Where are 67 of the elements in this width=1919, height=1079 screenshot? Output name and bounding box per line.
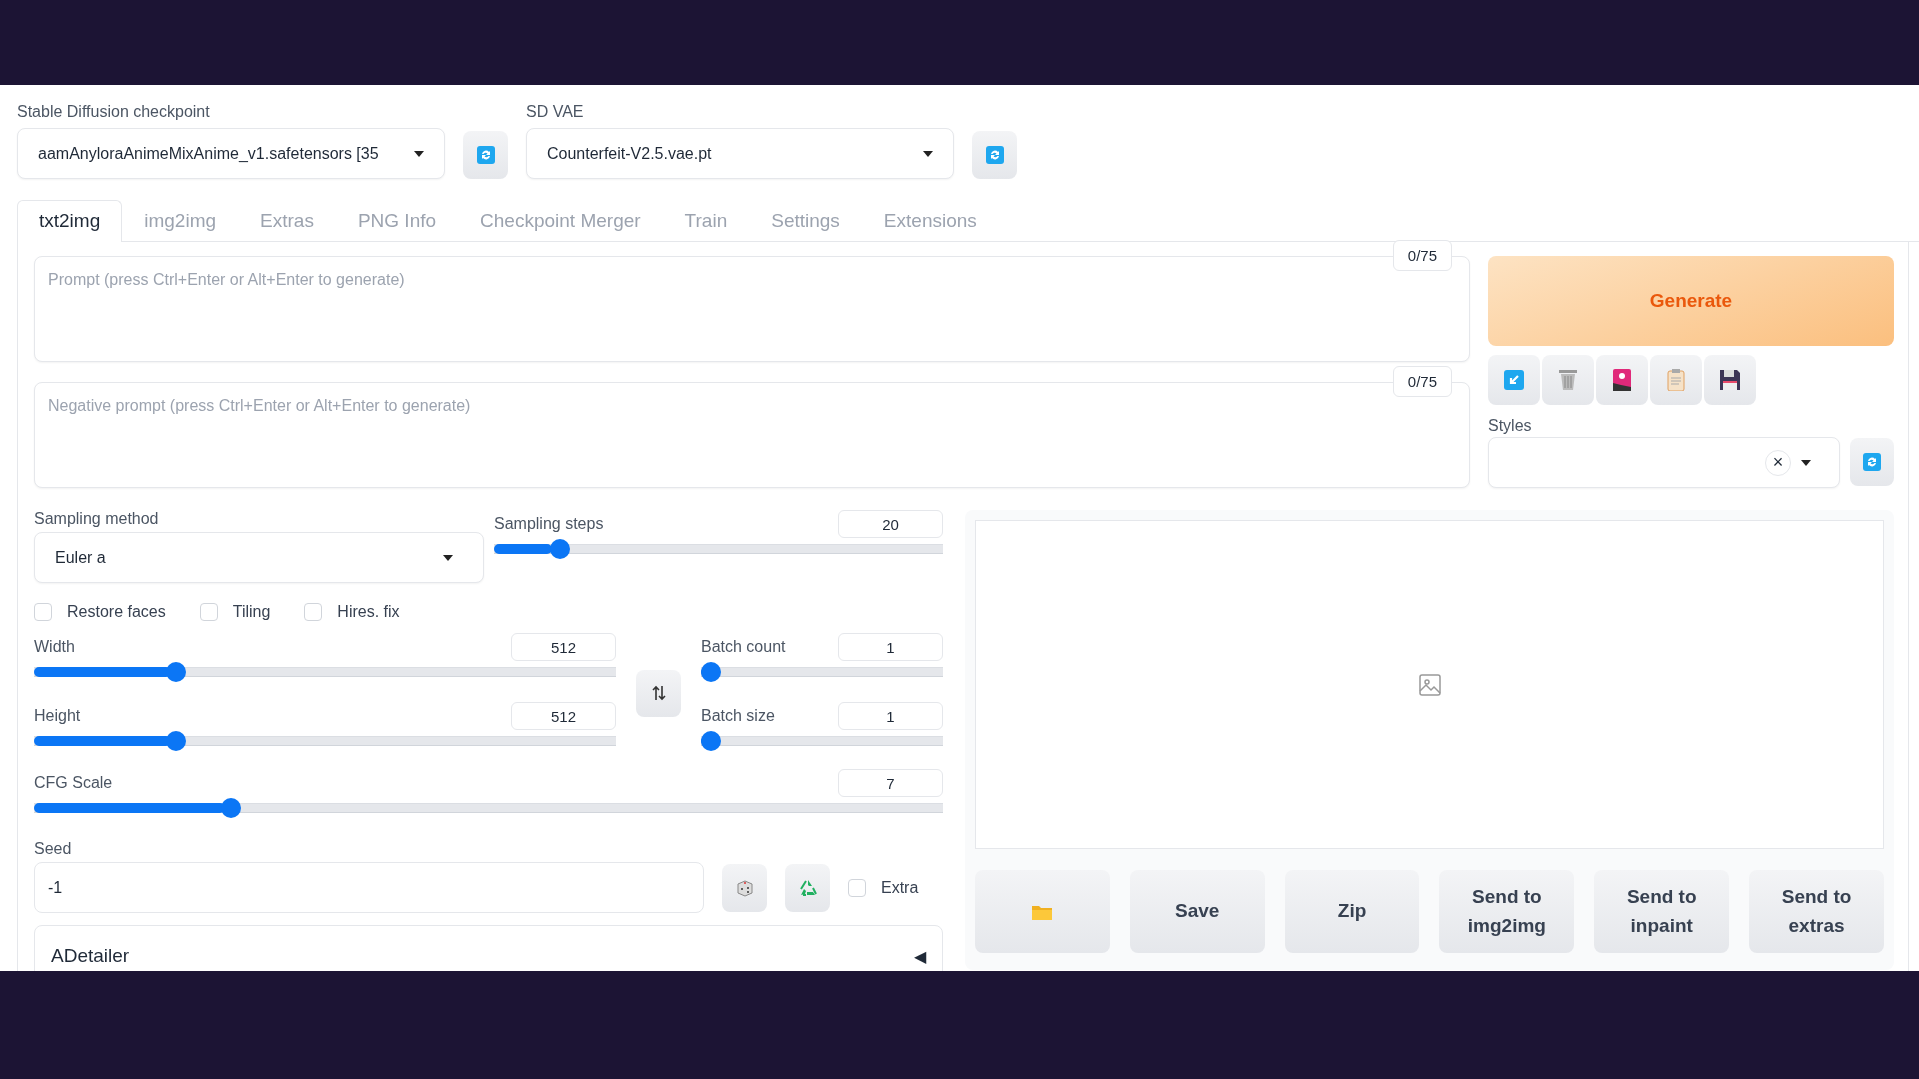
reuse-seed-button[interactable] xyxy=(785,863,830,912)
image-placeholder-icon xyxy=(1418,673,1441,696)
caret-icon xyxy=(443,554,453,561)
slider-label: Height xyxy=(34,707,81,725)
tab[interactable]: txt2img xyxy=(17,200,123,242)
checkbox-label: Extra xyxy=(881,878,919,897)
clipboard-icon xyxy=(1667,369,1685,391)
token-counter: 0/75 xyxy=(1392,240,1452,271)
slider-label: Batch count xyxy=(701,638,786,656)
dice-icon xyxy=(735,878,754,897)
number-field[interactable]: 20 xyxy=(838,510,943,538)
number-field[interactable]: 512 xyxy=(511,702,616,730)
sampling-method-dropdown[interactable]: Euler a xyxy=(34,532,484,583)
tool-button[interactable] xyxy=(1596,355,1648,405)
seed-field[interactable]: -1 xyxy=(34,862,704,913)
caret-icon xyxy=(414,150,424,157)
checkbox[interactable] xyxy=(34,603,52,621)
field-label: Styles xyxy=(1488,417,1533,435)
checkbox-label: Restore faces xyxy=(67,603,166,621)
slider-label: Batch size xyxy=(701,707,775,725)
field-label: Sampling method xyxy=(34,510,160,528)
field-label: SD VAE xyxy=(526,103,585,121)
swap-button[interactable] xyxy=(636,669,681,717)
recycle-icon xyxy=(797,878,818,897)
caret-icon xyxy=(1801,459,1811,466)
slider-thumb[interactable] xyxy=(220,798,241,818)
checkbox[interactable] xyxy=(199,603,218,621)
checkbox-label: Hires. fix xyxy=(337,603,400,621)
checkbox[interactable] xyxy=(848,878,866,897)
number-field[interactable]: 1 xyxy=(838,702,943,730)
refresh-icon xyxy=(985,146,1004,164)
trash-icon xyxy=(1558,369,1578,391)
collapse-arrow: ◀ xyxy=(914,946,926,966)
accordion-title: ADetailer xyxy=(51,945,130,967)
number-field[interactable]: 1 xyxy=(838,633,943,661)
slider-label: Width xyxy=(34,638,75,656)
output-button[interactable]: Send to img2img xyxy=(1439,870,1575,953)
checkbox-label: Tiling xyxy=(232,603,271,621)
swap-icon xyxy=(651,685,666,701)
number-field[interactable]: 512 xyxy=(511,633,616,661)
number-field[interactable]: 7 xyxy=(838,769,943,797)
checkbox[interactable] xyxy=(304,603,323,621)
refresh-button[interactable] xyxy=(972,131,1017,179)
refresh-button[interactable] xyxy=(463,131,508,179)
slider-thumb[interactable] xyxy=(166,731,187,751)
checkpoint-dropdown[interactable]: aamAnyloraAnimeMixAnime_v1.safetensors [35 xyxy=(17,128,445,179)
output-button[interactable]: Send to extras xyxy=(1749,870,1884,953)
refresh-button[interactable] xyxy=(1850,438,1894,486)
slider-label: Sampling steps xyxy=(494,515,604,533)
slider-thumb[interactable] xyxy=(701,731,721,751)
field-label: Stable Diffusion checkpoint xyxy=(17,103,211,121)
refresh-icon xyxy=(1863,453,1881,471)
slider-label: CFG Scale xyxy=(34,774,113,792)
slider-thumb[interactable] xyxy=(701,662,721,682)
tool-button[interactable] xyxy=(1704,355,1756,405)
caret-icon xyxy=(923,150,933,157)
slider-thumb[interactable] xyxy=(549,539,570,559)
styles-dropdown[interactable]: × xyxy=(1488,437,1840,488)
output-button[interactable]: Save xyxy=(1129,870,1265,953)
output-button[interactable]: Zip xyxy=(1284,870,1420,953)
vae-dropdown[interactable]: Counterfeit-V2.5.vae.pt xyxy=(526,128,954,179)
refresh-icon xyxy=(476,146,495,164)
token-counter: 0/75 xyxy=(1392,366,1452,397)
image-icon xyxy=(1613,369,1631,391)
field-label: Seed xyxy=(34,840,73,858)
slider-thumb[interactable] xyxy=(166,662,187,682)
output-button[interactable]: Send to inpaint xyxy=(1594,870,1730,953)
